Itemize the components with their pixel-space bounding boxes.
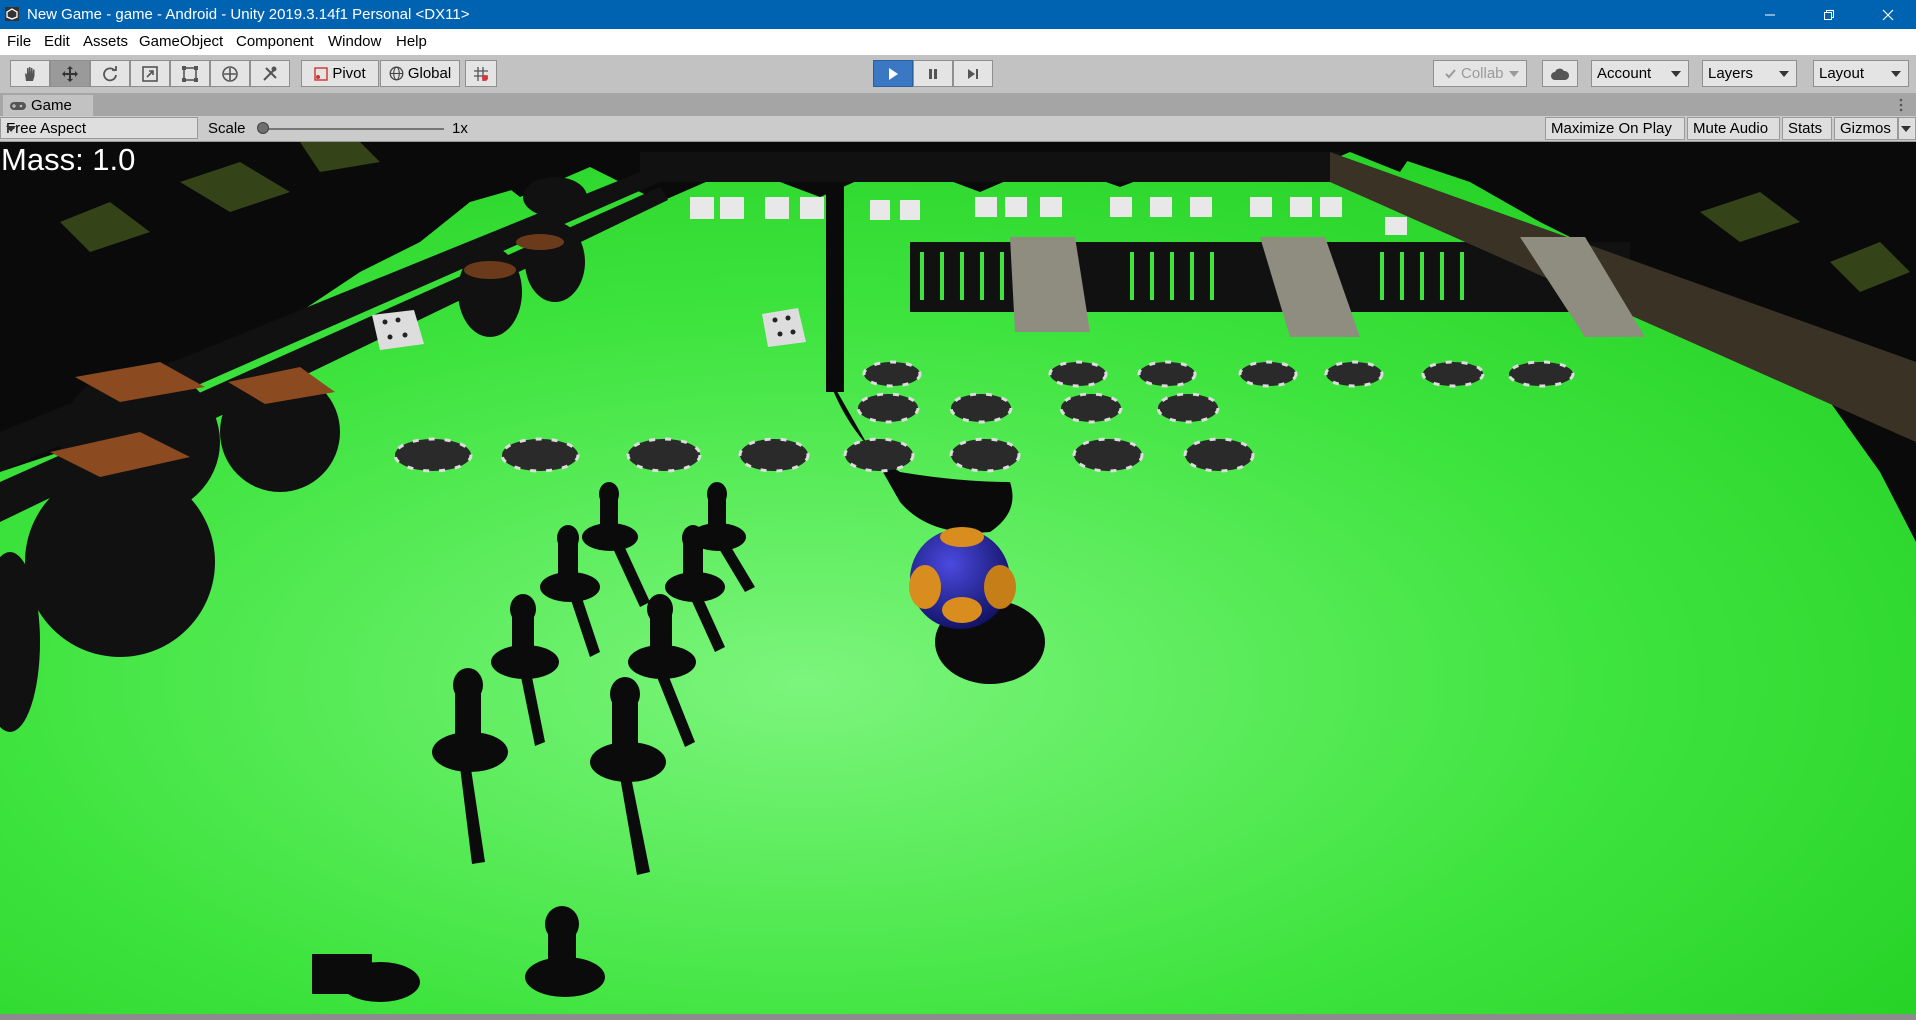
game-view[interactable]: Mass: 1.0 xyxy=(0,142,1916,1014)
pivot-icon xyxy=(314,66,329,81)
menu-component[interactable]: Component xyxy=(236,33,314,50)
menu-edit[interactable]: Edit xyxy=(44,33,70,50)
step-icon xyxy=(968,68,978,79)
collab-dropdown-arrow xyxy=(1509,71,1519,77)
minimize-icon xyxy=(1765,14,1775,15)
stats-toggle[interactable]: Stats xyxy=(1782,117,1832,140)
aspect-dropdown[interactable]: Free Aspect xyxy=(0,117,198,139)
menu-assets[interactable]: Assets xyxy=(83,33,128,50)
global-label: Global xyxy=(407,65,452,82)
account-dropdown-arrow xyxy=(1671,71,1681,77)
menu-gameobject[interactable]: GameObject xyxy=(139,33,223,50)
pause-button[interactable] xyxy=(913,60,953,87)
collab-label: Collab xyxy=(1461,65,1504,82)
tab-game-label: Game xyxy=(31,97,72,114)
globe-icon xyxy=(389,66,404,81)
menu-help[interactable]: Help xyxy=(396,33,427,50)
status-bar xyxy=(0,1014,1916,1020)
scale-tool-button[interactable] xyxy=(130,60,170,87)
play-icon xyxy=(889,67,898,80)
mute-audio-toggle[interactable]: Mute Audio xyxy=(1687,117,1780,140)
rotate-tool-icon xyxy=(103,65,117,81)
custom-tool-icon xyxy=(263,66,277,81)
global-toggle[interactable]: Global xyxy=(380,60,460,87)
mass-label: Mass: 1.0 xyxy=(1,142,136,177)
transform-tool-icon xyxy=(222,65,238,82)
restore-button[interactable] xyxy=(1801,0,1857,29)
unity-logo-icon xyxy=(5,7,19,21)
gizmos-toggle[interactable]: Gizmos xyxy=(1834,117,1898,140)
play-button[interactable] xyxy=(873,60,913,87)
layout-label: Layout xyxy=(1819,65,1865,82)
scale-slider-track[interactable] xyxy=(262,128,444,130)
cloud-icon xyxy=(1551,68,1570,80)
hand-tool-icon xyxy=(25,66,35,81)
maximize-on-play-toggle[interactable]: Maximize On Play xyxy=(1545,117,1685,140)
title-bar: New Game - game - Android - Unity 2019.3… xyxy=(0,0,1916,29)
scale-label: Scale xyxy=(208,120,246,137)
maximize-icon xyxy=(1824,9,1834,20)
menu-window[interactable]: Window xyxy=(328,33,381,50)
menu-bar: File Edit Assets GameObject Component Wi… xyxy=(0,29,1916,55)
grid-snap-button[interactable] xyxy=(465,60,497,87)
step-button[interactable] xyxy=(953,60,993,87)
hand-tool-button[interactable] xyxy=(10,60,50,87)
gizmos-dropdown-arrow xyxy=(1901,126,1911,132)
layers-label: Layers xyxy=(1708,65,1754,82)
game-scene xyxy=(0,142,1916,1014)
move-tool-button[interactable] xyxy=(50,60,90,87)
game-view-toolbar: Free Aspect Scale 1x Maximize On Play Mu… xyxy=(0,116,1916,142)
cloud-button[interactable] xyxy=(1542,60,1578,87)
more-options-icon[interactable] xyxy=(1898,98,1904,112)
layers-dropdown[interactable]: Layers xyxy=(1702,60,1797,87)
layout-dropdown[interactable]: Layout xyxy=(1813,60,1909,87)
scale-value: 1x xyxy=(452,120,468,137)
grid-snap-icon xyxy=(474,66,488,81)
main-toolbar: Pivot Global Collab Account Layers Layou… xyxy=(0,55,1916,93)
game-tab-bar: Game xyxy=(0,93,1916,116)
move-tool-icon xyxy=(62,65,78,82)
scale-tool-icon xyxy=(142,65,158,82)
close-button[interactable] xyxy=(1860,0,1916,29)
rect-tool-button[interactable] xyxy=(170,60,210,87)
window-title: New Game - game - Android - Unity 2019.3… xyxy=(27,6,470,23)
layout-dropdown-arrow xyxy=(1891,71,1901,77)
account-dropdown[interactable]: Account xyxy=(1591,60,1689,87)
aspect-dropdown-arrow xyxy=(6,126,16,132)
transform-tool-button[interactable] xyxy=(210,60,250,87)
aspect-label: Free Aspect xyxy=(6,120,87,137)
gizmos-dropdown[interactable] xyxy=(1898,117,1916,140)
minimize-button[interactable] xyxy=(1742,0,1798,29)
custom-tool-button[interactable] xyxy=(250,60,290,87)
menu-file[interactable]: File xyxy=(7,33,31,50)
scale-slider-thumb[interactable] xyxy=(257,122,269,134)
checkmark-icon xyxy=(1445,69,1456,79)
rect-tool-icon xyxy=(182,65,198,82)
pivot-label: Pivot xyxy=(332,65,366,82)
pause-icon xyxy=(929,68,937,79)
rotate-tool-button[interactable] xyxy=(90,60,130,87)
account-label: Account xyxy=(1597,65,1652,82)
layers-dropdown-arrow xyxy=(1779,71,1789,77)
pivot-toggle[interactable]: Pivot xyxy=(301,60,379,87)
close-icon xyxy=(1882,9,1894,20)
gamepad-icon xyxy=(10,101,26,110)
collab-dropdown[interactable]: Collab xyxy=(1433,60,1527,87)
tab-game[interactable]: Game xyxy=(3,95,93,116)
